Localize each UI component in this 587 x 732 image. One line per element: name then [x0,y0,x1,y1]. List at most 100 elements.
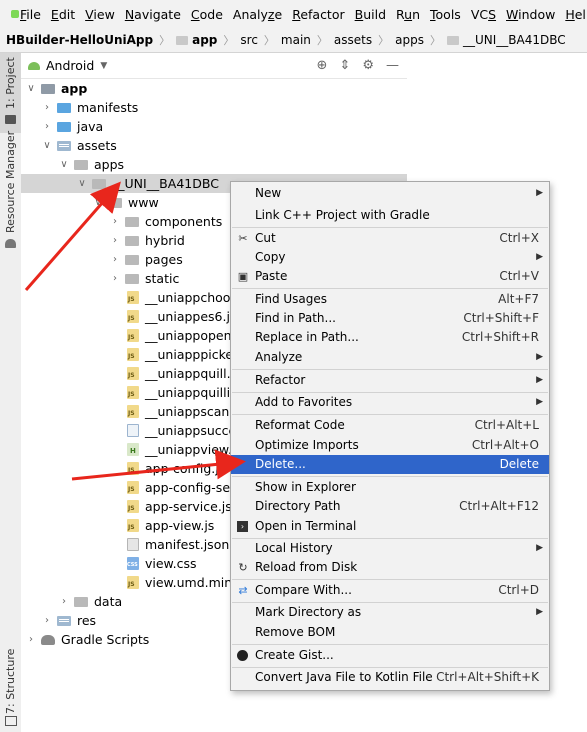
tree-item-label: Gradle Scripts [61,632,150,647]
menu-code[interactable]: Code [187,7,227,22]
collapse-all-icon[interactable]: ⇕ [339,58,350,73]
chevron-right-icon[interactable]: › [109,231,121,250]
menu-item-refactor[interactable]: Refactor ▶ [231,371,549,390]
menu-item-open-in-terminal[interactable]: › Open in Terminal [231,517,549,536]
tree-item-file[interactable]: app-config.js [127,459,225,478]
chevron-right-icon[interactable]: › [41,98,53,117]
chevron-right-icon[interactable]: › [41,611,53,630]
breadcrumb-item[interactable]: apps [389,33,430,47]
tree-item-file[interactable]: __uniappquill.js [127,364,241,383]
menu-item-label: Cut [255,231,276,245]
gear-icon[interactable]: ⚙ [362,58,374,73]
menu-item-link-cpp[interactable]: Link C++ Project with Gradle [231,206,549,225]
tree-item-hybrid[interactable]: › hybrid [109,231,185,250]
menu-item-compare-with[interactable]: ⇄ Compare With... Ctrl+D [231,581,549,600]
chevron-down-icon[interactable]: ∨ [76,174,88,193]
chevron-right-icon[interactable]: › [109,269,121,288]
menu-item-reformat-code[interactable]: Reformat Code Ctrl+Alt+L [231,416,549,435]
menu-help[interactable]: Help [561,7,587,22]
menu-item-new[interactable]: New ▶ [231,184,549,203]
tree-item-app[interactable]: ∨ app [25,79,87,98]
menu-item-copy[interactable]: Copy ▶ [231,248,549,267]
tree-item-file[interactable]: manifest.json [127,535,229,554]
tree-item-label: assets [77,138,117,153]
scissors-icon: ✂ [238,232,248,245]
tree-item-java[interactable]: › java [41,117,103,136]
tree-item-label: app-view.js [145,518,215,533]
menu-tools[interactable]: Tools [426,7,465,22]
menu-item-optimize-imports[interactable]: Optimize Imports Ctrl+Alt+O [231,436,549,455]
breadcrumb-item[interactable]: HBuilder-HelloUniApp [0,33,159,47]
chevron-down-icon: ▼ [100,60,108,71]
menu-item-create-gist[interactable]: Create Gist... [231,646,549,665]
chevron-right-icon[interactable]: › [109,212,121,231]
folder-icon [125,216,139,227]
tree-item-apps[interactable]: ∨ apps [58,155,124,174]
tab-structure[interactable]: 7: Structure [0,648,21,728]
tree-item-file[interactable]: app-view.js [127,516,214,535]
menu-item-add-to-favorites[interactable]: Add to Favorites ▶ [231,393,549,412]
minimize-icon[interactable]: — [386,58,399,73]
menu-file[interactable]: File [16,7,45,22]
menu-analyze[interactable]: Analyze [229,7,286,22]
breadcrumb-item[interactable]: app [170,33,223,47]
tab-project[interactable]: 1: Project [0,53,21,133]
menu-item-show-in-explorer[interactable]: Show in Explorer [231,478,549,497]
tree-item-gradle-scripts[interactable]: › Gradle Scripts [25,630,149,649]
menu-item-shortcut: Ctrl+Alt+Shift+K [436,670,539,684]
menu-item-replace-in-path[interactable]: Replace in Path... Ctrl+Shift+R [231,328,549,347]
tree-item-static[interactable]: › static [109,269,179,288]
menu-item-delete[interactable]: Delete... Delete [231,455,549,474]
menu-item-paste[interactable]: ▣ Paste Ctrl+V [231,267,549,286]
locate-icon[interactable]: ⊕ [317,58,328,73]
menu-item-cut[interactable]: ✂ Cut Ctrl+X [231,229,549,248]
tree-item-file[interactable]: view.umd.min.js [127,573,246,592]
breadcrumb-item[interactable]: src [234,33,264,47]
tree-item-data[interactable]: › data [58,592,122,611]
view-selector[interactable]: Android ▼ [21,58,107,73]
menu-edit[interactable]: Edit [47,7,79,22]
menu-vcs[interactable]: VCS [467,7,500,22]
tree-item-file[interactable]: __uniappscan.js [127,402,243,421]
chevron-down-icon[interactable]: ∨ [25,79,37,98]
chevron-down-icon[interactable]: ∨ [58,155,70,174]
tree-item-file[interactable]: __uniappes6.js [127,307,236,326]
menu-view[interactable]: View [81,7,119,22]
menu-item-find-in-path[interactable]: Find in Path... Ctrl+Shift+F [231,309,549,328]
chevron-down-icon[interactable]: ∨ [92,193,104,212]
menu-item-local-history[interactable]: Local History ▶ [231,539,549,558]
menu-refactor[interactable]: Refactor [288,7,348,22]
menu-separator [232,227,548,228]
tree-item-www[interactable]: ∨ www [92,193,158,212]
tree-item-manifests[interactable]: › manifests [41,98,138,117]
menu-item-directory-path[interactable]: Directory Path Ctrl+Alt+F12 [231,497,549,516]
menu-item-convert-to-kotlin[interactable]: Convert Java File to Kotlin File Ctrl+Alt… [231,668,549,687]
menu-item-label: Refactor [255,373,306,387]
chevron-right-icon[interactable]: › [109,250,121,269]
menu-item-mark-directory-as[interactable]: Mark Directory as ▶ [231,603,549,622]
menu-item-label: Link C++ Project with Gradle [255,208,430,222]
tree-item-file[interactable]: app-service.js [127,497,232,516]
breadcrumb-item[interactable]: assets [328,33,378,47]
menu-item-remove-bom[interactable]: Remove BOM [231,623,549,642]
tree-item-pages[interactable]: › pages [109,250,183,269]
chevron-down-icon[interactable]: ∨ [41,136,53,155]
tree-item-assets[interactable]: ∨ assets [41,136,117,155]
tree-item-file[interactable]: view.css [127,554,197,573]
tree-item-label: app-config.js [145,461,226,476]
breadcrumb-item[interactable]: main [275,33,317,47]
chevron-right-icon[interactable]: › [25,630,37,649]
menu-item-reload-from-disk[interactable]: ↻ Reload from Disk [231,558,549,577]
tree-item-components[interactable]: › components [109,212,222,231]
chevron-right-icon[interactable]: › [41,117,53,136]
tab-resource-manager[interactable]: Resource Manager [0,131,21,253]
tree-item-res[interactable]: › res [41,611,96,630]
menu-build[interactable]: Build [351,7,390,22]
menu-item-find-usages[interactable]: Find Usages Alt+F7 [231,290,549,309]
breadcrumb-item[interactable]: __UNI__BA41DBC [441,33,572,47]
menu-window[interactable]: Window [502,7,559,22]
menu-navigate[interactable]: Navigate [121,7,185,22]
chevron-right-icon[interactable]: › [58,592,70,611]
menu-item-analyze[interactable]: Analyze ▶ [231,348,549,367]
menu-run[interactable]: Run [392,7,424,22]
